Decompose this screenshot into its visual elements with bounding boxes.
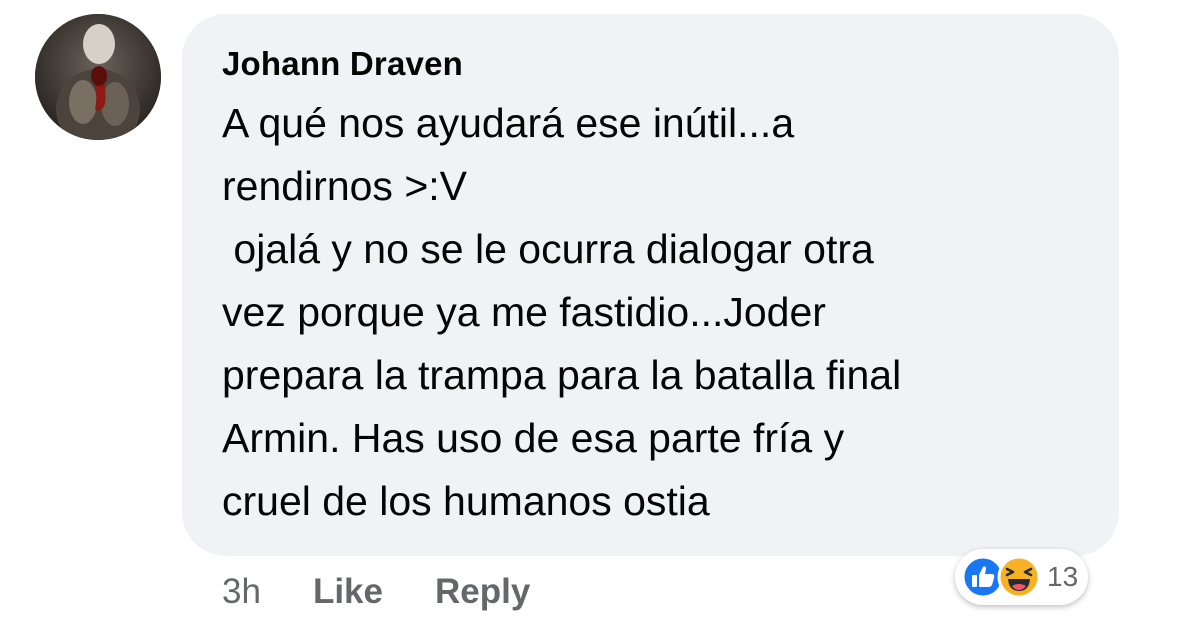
reactions-summary[interactable]: 13 bbox=[955, 549, 1089, 605]
like-button[interactable]: Like bbox=[313, 572, 383, 612]
avatar-image bbox=[35, 14, 161, 140]
comment-text-line: ojalá y no se le ocurra dialogar otra bbox=[222, 226, 874, 272]
comment-text-line: cruel de los humanos ostia bbox=[222, 478, 710, 524]
comment-text-line: A qué nos ayudará ese inútil...a bbox=[222, 100, 795, 146]
comment-text-line: prepara la trampa para la batalla final bbox=[222, 352, 902, 398]
reply-button[interactable]: Reply bbox=[435, 572, 530, 612]
comment-text-line: Armin. Has uso de esa parte fría y bbox=[222, 415, 845, 461]
comment-text-line: vez porque ya me fastidio...Joder bbox=[222, 289, 826, 335]
comment-timestamp[interactable]: 3h bbox=[222, 572, 261, 612]
comment-text: A qué nos ayudará ese inútil...a rendirn… bbox=[222, 92, 1079, 533]
haha-icon bbox=[997, 555, 1041, 599]
comment-author[interactable]: Johann Draven bbox=[222, 44, 1079, 84]
comment-text-line: rendirnos >:V bbox=[222, 163, 467, 209]
comment-bubble: Johann Draven A qué nos ayudará ese inút… bbox=[182, 14, 1119, 556]
comment-actions: 3h Like Reply bbox=[222, 570, 582, 614]
reaction-count: 13 bbox=[1047, 561, 1079, 592]
avatar[interactable] bbox=[35, 14, 161, 140]
